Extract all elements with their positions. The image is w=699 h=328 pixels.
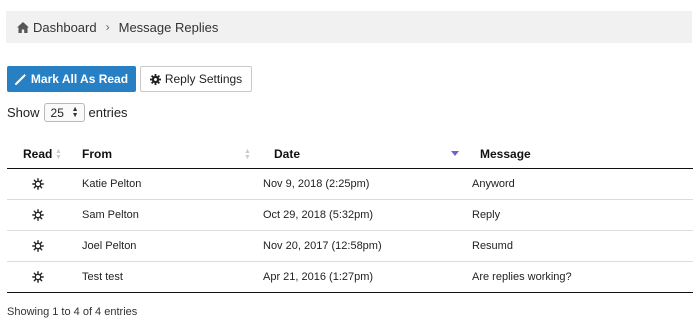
reply-settings-label: Reply Settings — [164, 72, 243, 86]
column-header-message[interactable]: Message — [464, 140, 693, 169]
table-header-row: Read ▲ ▼ From ▲ ▼ Date Message — [7, 140, 693, 169]
read-status-cell[interactable] — [7, 199, 69, 231]
read-status-cell[interactable] — [7, 261, 69, 293]
reply-settings-button[interactable]: Reply Settings — [140, 66, 252, 92]
read-status-cell[interactable] — [7, 230, 69, 262]
from-cell: Sam Pelton — [69, 199, 255, 231]
message-cell: Are replies working? — [464, 261, 693, 293]
from-text: Sam Pelton — [82, 209, 139, 221]
table-row[interactable]: Test test Apr 21, 2016 (1:27pm) Are replie… — [7, 261, 693, 293]
from-cell: Katie Pelton — [69, 168, 255, 200]
date-cell: Nov 20, 2017 (12:58pm) — [255, 230, 464, 262]
read-status-cell[interactable] — [7, 168, 69, 200]
breadcrumb-home-link[interactable]: Dashboard — [33, 20, 97, 35]
breadcrumb-current: Message Replies — [118, 19, 219, 35]
date-text: Nov 20, 2017 (12:58pm) — [263, 240, 382, 252]
entries-length-control: Show 25 ▲ ▼ entries — [7, 103, 128, 122]
from-cell: Joel Pelton — [69, 230, 255, 262]
from-text: Joel Pelton — [82, 240, 137, 252]
breadcrumb: Dashboard › Message Replies — [6, 11, 692, 43]
breadcrumb-separator: › — [105, 20, 110, 34]
message-cell: Resumd — [464, 230, 693, 262]
date-text: Nov 9, 2018 (2:25pm) — [263, 178, 370, 190]
gear-icon — [149, 73, 161, 85]
replies-table: Read ▲ ▼ From ▲ ▼ Date Message Katie Pelto… — [7, 140, 693, 293]
mark-all-read-button[interactable]: Mark All As Read — [7, 66, 136, 92]
date-cell: Oct 29, 2018 (5:32pm) — [255, 199, 464, 231]
entries-per-page-value: 25 — [50, 105, 64, 120]
message-text: Reply — [472, 209, 501, 221]
column-label-read: Read — [23, 147, 53, 161]
date-cell: Apr 21, 2016 (1:27pm) — [255, 261, 464, 293]
message-text: Anyword — [472, 178, 515, 190]
unread-sun-icon — [32, 240, 44, 252]
column-header-date[interactable]: Date — [255, 140, 464, 169]
date-text: Apr 21, 2016 (1:27pm) — [263, 271, 374, 283]
column-label-from: From — [82, 147, 112, 161]
length-prefix: Show — [7, 105, 40, 120]
date-cell: Nov 9, 2018 (2:25pm) — [255, 168, 464, 200]
sort-desc-icon — [451, 151, 459, 156]
length-suffix: entries — [88, 105, 128, 120]
home-icon — [17, 21, 29, 33]
magic-wand-icon — [14, 73, 27, 85]
from-text: Katie Pelton — [82, 178, 142, 190]
date-text: Oct 29, 2018 (5:32pm) — [263, 209, 374, 221]
message-text: Resumd — [472, 240, 513, 252]
from-text: Test test — [82, 271, 123, 283]
table-row[interactable]: Joel Pelton Nov 20, 2017 (12:58pm) Resumd — [7, 230, 693, 262]
column-label-message: Message — [480, 147, 531, 161]
table-row[interactable]: Sam Pelton Oct 29, 2018 (5:32pm) Reply — [7, 199, 693, 231]
sort-both-icon: ▲ ▼ — [244, 148, 251, 161]
column-header-from[interactable]: From ▲ ▼ — [69, 140, 255, 169]
unread-sun-icon — [32, 271, 44, 283]
message-text: Are replies working? — [472, 271, 572, 283]
mark-all-read-label: Mark All As Read — [30, 72, 129, 86]
column-header-read[interactable]: Read ▲ ▼ — [7, 140, 69, 169]
select-updown-icon: ▲ ▼ — [71, 105, 79, 119]
table-info: Showing 1 to 4 of 4 entries — [7, 306, 138, 318]
table-row[interactable]: Katie Pelton Nov 9, 2018 (2:25pm) Anyword — [7, 168, 693, 200]
column-label-date: Date — [274, 147, 301, 161]
from-cell: Test test — [69, 261, 255, 293]
entries-per-page-select[interactable]: 25 ▲ ▼ — [43, 103, 85, 122]
message-cell: Reply — [464, 199, 693, 231]
sort-both-icon: ▲ ▼ — [55, 148, 62, 161]
unread-sun-icon — [32, 209, 44, 221]
unread-sun-icon — [32, 178, 44, 190]
message-cell: Anyword — [464, 168, 693, 200]
